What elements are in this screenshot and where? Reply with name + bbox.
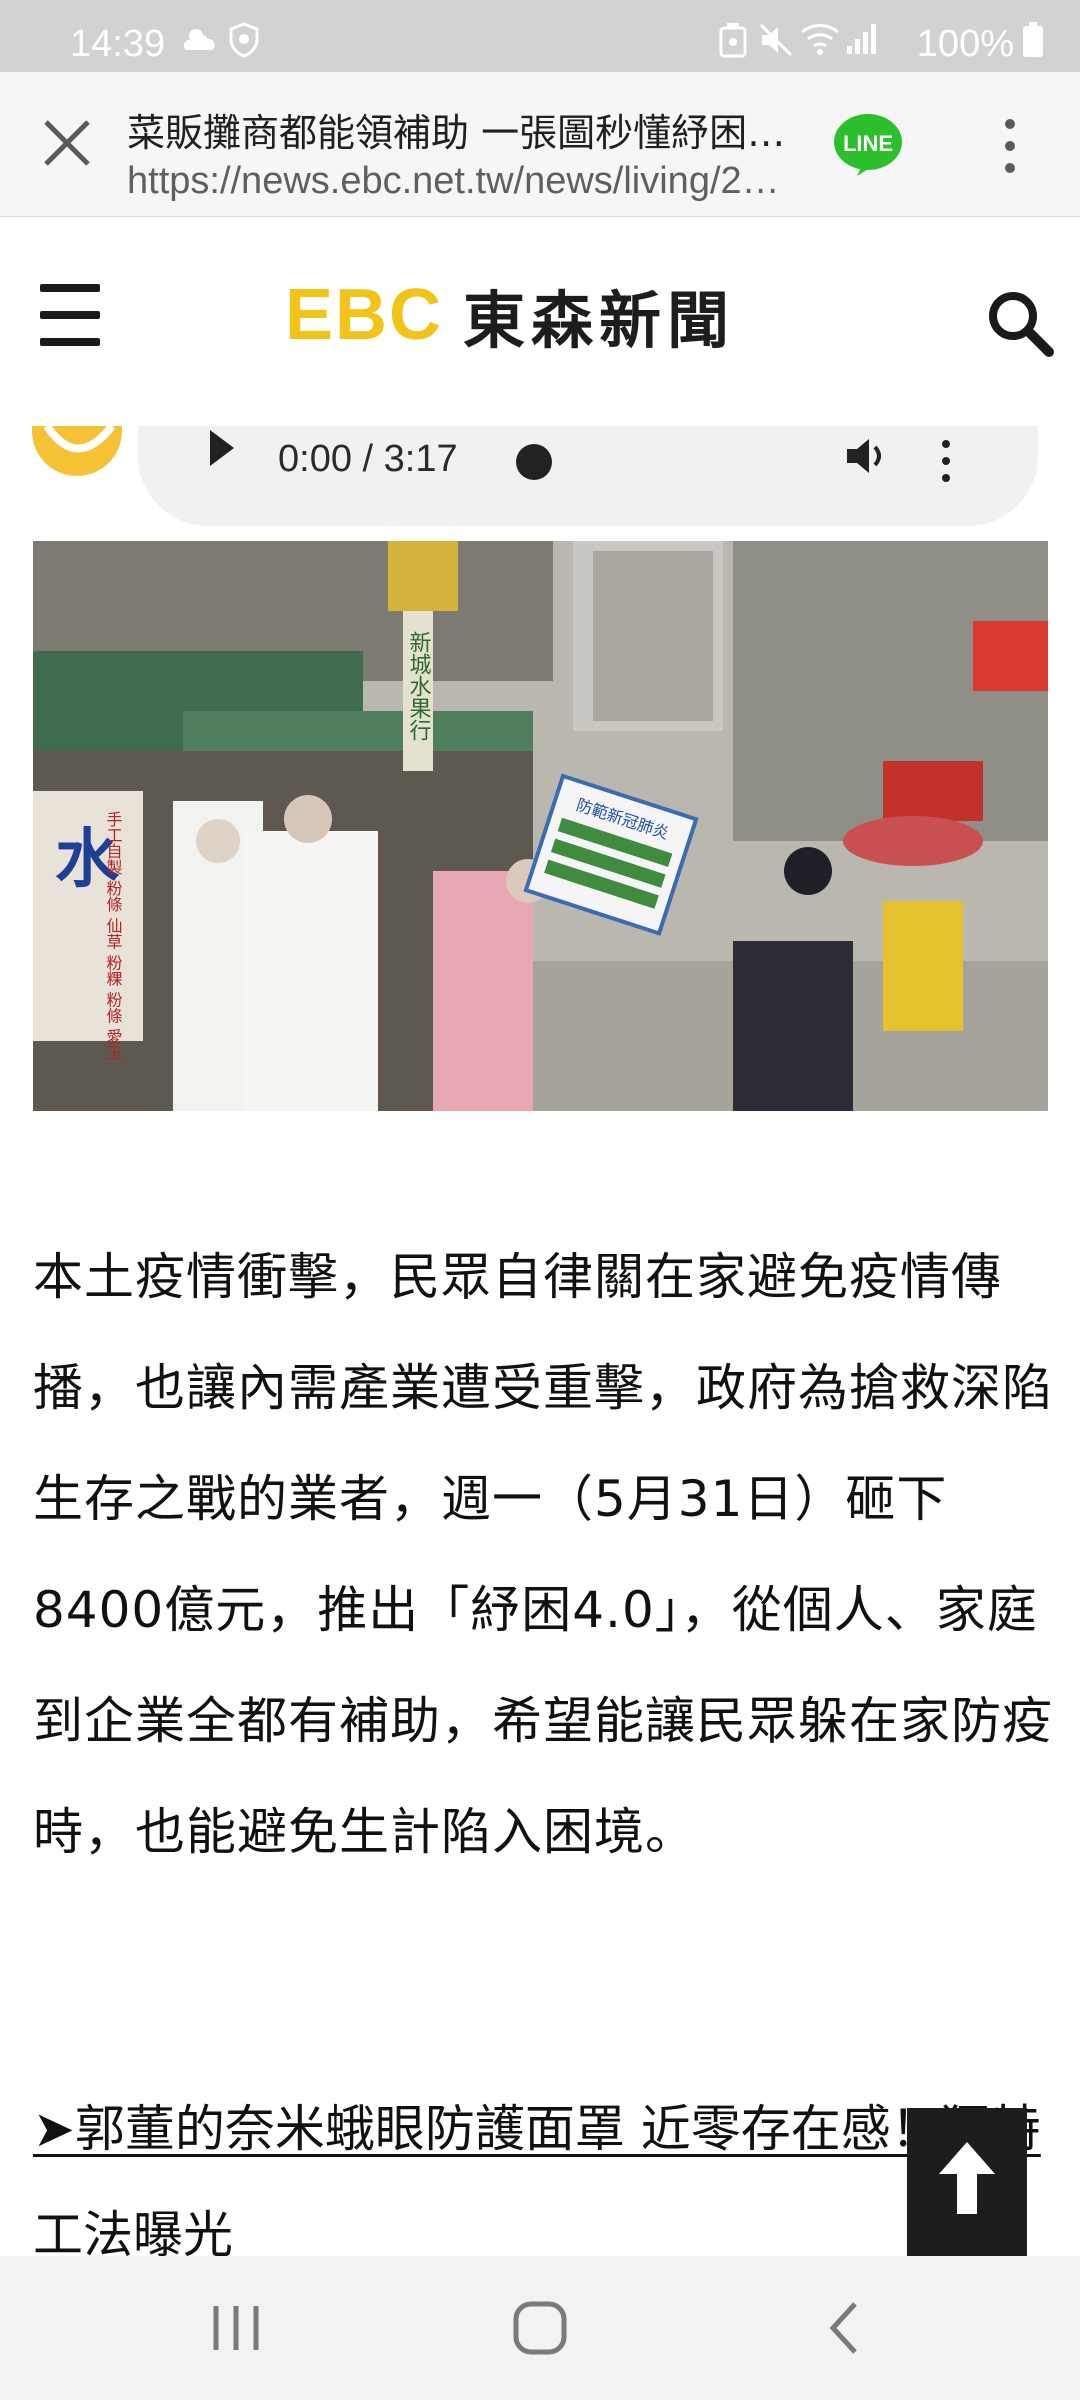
related-article-link[interactable]: ➤郭董的奈米蛾眼防護面罩 近零存在感！獨特工法曝光 <box>33 2076 1053 2256</box>
audio-player: 0:00 / 3:17 <box>138 426 1038 526</box>
arrow-up-icon <box>939 2142 995 2214</box>
alarm-icon <box>719 23 747 58</box>
custom-tab-toolbar: 菜販攤商都能領補助 一張圖秒懂紓困4.0 https://news.ebc.ne… <box>0 72 1080 217</box>
audio-time: 0:00 / 3:17 <box>278 438 458 480</box>
system-navigation-bar <box>0 2256 1080 2400</box>
logo-ebc-text: EBC <box>285 275 444 355</box>
search-icon[interactable] <box>985 288 1055 358</box>
site-header: EBC 東森新聞 <box>0 218 1080 426</box>
line-icon: LINE <box>834 114 902 176</box>
hamburger-menu-icon[interactable] <box>40 284 100 346</box>
photo-left-sign-small: 手工自製 粉條 仙草 粉粿 粉條 愛玉 <box>104 811 123 1061</box>
mute-icon <box>759 23 793 57</box>
article-content: 0:00 / 3:17 防範新冠肺炎 新城水果行 水 手工自製 粉條 仙草 粉粿… <box>0 426 1080 2256</box>
shield-icon <box>229 22 259 58</box>
audio-seek-knob[interactable] <box>516 444 552 480</box>
status-time: 14:39 <box>70 23 166 65</box>
phone-screen: 14:39 100% 菜販攤商都能領補助 一張圖秒懂紓困4.0 https://… <box>0 0 1080 2400</box>
audio-more-icon[interactable] <box>938 436 954 486</box>
recent-apps-icon[interactable] <box>206 2298 266 2358</box>
wifi-icon <box>801 24 839 55</box>
page-url[interactable]: https://news.ebc.net.tw/news/living/2655… <box>127 160 797 203</box>
home-icon[interactable] <box>510 2298 570 2358</box>
logo-chinese-text: 東森新聞 <box>463 284 736 357</box>
close-icon[interactable] <box>36 112 98 174</box>
volume-icon[interactable] <box>843 431 893 481</box>
battery-percent: 100% <box>916 23 1014 65</box>
article-paragraph: 本土疫情衝擊，民眾自律關在家避免疫情傳播，也讓內需產業遭受重擊，政府為搶救深陷生… <box>33 1248 1053 1861</box>
page-title: 菜販攤商都能領補助 一張圖秒懂紓困4.0 <box>127 111 797 155</box>
play-icon[interactable] <box>206 428 236 468</box>
line-share-button[interactable]: LINE <box>833 112 903 178</box>
weather-cloud-sun-icon <box>183 29 215 50</box>
back-icon[interactable] <box>815 2298 875 2358</box>
more-vert-icon[interactable] <box>990 116 1030 176</box>
back-to-top-button[interactable] <box>907 2108 1027 2256</box>
status-bar: 14:39 100% <box>0 0 1080 72</box>
site-logo[interactable]: EBC 東森新聞 <box>285 275 735 357</box>
photo-shop-sign: 新城水果行 <box>406 631 432 741</box>
reporter-avatar[interactable] <box>32 426 122 476</box>
line-label: LINE <box>843 131 893 156</box>
signal-icon <box>847 24 876 54</box>
battery-icon <box>1023 22 1043 57</box>
article-photo[interactable]: 防範新冠肺炎 新城水果行 水 手工自製 粉條 仙草 粉粿 粉條 愛玉 <box>33 541 1048 1111</box>
